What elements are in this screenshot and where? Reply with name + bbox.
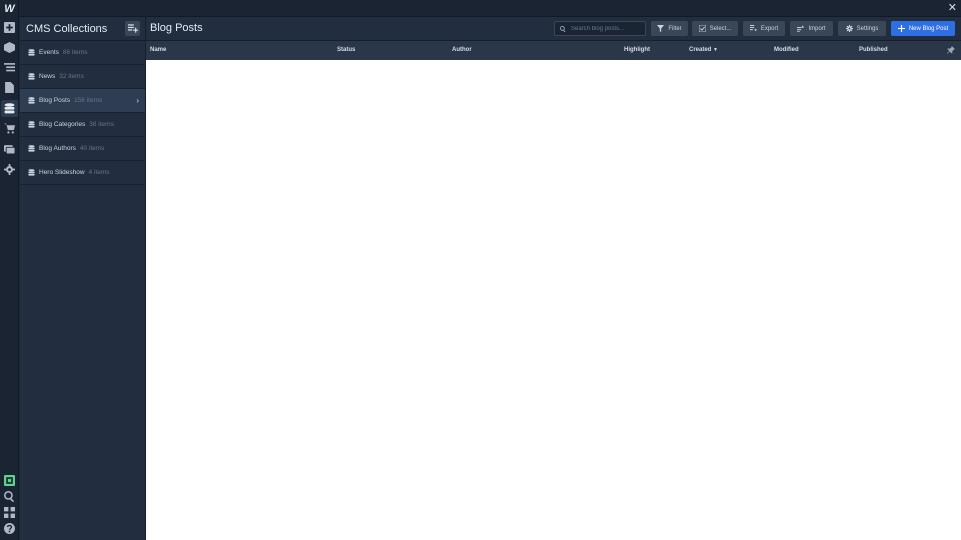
column-header-created[interactable]: Created ▼ [689, 47, 718, 53]
collection-item-events[interactable]: Events 86 items [20, 41, 145, 65]
collection-item-blog-posts[interactable]: Blog Posts 156 items › [20, 89, 145, 113]
top-bar: ✕ [19, 0, 961, 17]
collection-count: 32 items [59, 73, 84, 80]
table-body [146, 60, 961, 540]
plus-icon [897, 25, 905, 32]
navigator-icon[interactable] [3, 61, 16, 74]
collection-name: News [39, 73, 56, 80]
database-icon [28, 97, 35, 104]
help-icon[interactable] [3, 522, 16, 535]
add-collection-button[interactable] [125, 21, 140, 36]
panel-title: CMS Collections [26, 22, 108, 35]
collection-name: Events [39, 49, 59, 56]
collection-name: Blog Categories [39, 121, 86, 128]
collection-name: Hero Slideshow [39, 169, 85, 176]
collection-count: 40 items [79, 145, 105, 152]
new-blog-post-label: New Blog Post [908, 25, 949, 32]
audit-icon[interactable] [3, 474, 16, 487]
pin-icon[interactable] [947, 46, 955, 56]
select-button[interactable]: Select... [692, 21, 738, 36]
collection-item-hero-slideshow[interactable]: Hero Slideshow 4 items [20, 161, 145, 185]
collection-count: 86 items [62, 49, 88, 56]
close-icon[interactable]: ✕ [948, 2, 957, 15]
column-header-modified[interactable]: Modified [774, 47, 799, 53]
checkbox-icon [698, 25, 706, 32]
filter-icon [657, 25, 665, 32]
collection-count: 38 items [89, 121, 114, 128]
settings-button[interactable]: Settings [838, 21, 886, 36]
ecommerce-cart-icon[interactable] [3, 122, 16, 135]
page-title: Blog Posts [150, 22, 203, 34]
new-blog-post-button[interactable]: New Blog Post [891, 21, 955, 36]
export-icon [749, 25, 757, 32]
collection-item-blog-authors[interactable]: Blog Authors 40 items [20, 137, 145, 161]
add-panel-icon[interactable] [3, 21, 16, 34]
main-content: Blog Posts Filter Select... Export Impor… [146, 17, 961, 540]
settings-label: Settings [856, 25, 879, 32]
cms-collections-panel: CMS Collections Events 86 items News 32 … [20, 17, 146, 540]
collection-name: Blog Posts [39, 97, 71, 104]
cube-icon[interactable] [3, 41, 16, 54]
column-header-highlight[interactable]: Highlight [624, 47, 650, 53]
search-input[interactable] [571, 25, 645, 32]
import-label: Import [808, 25, 826, 32]
apps-icon[interactable] [3, 506, 16, 519]
add-collection-icon [127, 24, 138, 33]
column-header-created-label: Created [689, 47, 712, 53]
collection-item-news[interactable]: News 32 items [20, 65, 145, 89]
cms-database-icon[interactable] [1, 100, 18, 117]
import-button[interactable]: Import [790, 21, 833, 36]
assets-icon[interactable] [3, 143, 16, 156]
export-label: Export [760, 25, 779, 32]
filter-label: Filter [668, 25, 682, 32]
collection-header: Blog Posts Filter Select... Export Impor… [146, 17, 961, 41]
export-button[interactable]: Export [743, 21, 785, 36]
column-header-published[interactable]: Published [859, 47, 888, 53]
settings-gear-icon[interactable] [3, 163, 16, 176]
webflow-logo[interactable]: W [0, 0, 19, 17]
select-label: Select... [709, 25, 732, 32]
search-box[interactable] [554, 21, 646, 36]
collection-name: Blog Authors [39, 145, 76, 152]
table-header: Name Status Author Highlight Created ▼ M… [146, 41, 961, 60]
database-icon [28, 169, 35, 176]
database-icon [28, 73, 35, 80]
collection-count: 4 items [88, 169, 110, 176]
column-header-status[interactable]: Status [337, 47, 355, 53]
pages-icon[interactable] [3, 81, 16, 94]
database-icon [28, 49, 35, 56]
import-icon [797, 25, 805, 32]
collection-count: 156 items [74, 97, 103, 104]
sort-desc-icon: ▼ [713, 47, 718, 53]
column-header-name[interactable]: Name [150, 47, 166, 53]
left-rail: W [0, 0, 19, 540]
database-icon [28, 145, 35, 152]
search-icon[interactable] [3, 490, 16, 503]
search-icon [560, 25, 566, 32]
column-header-author[interactable]: Author [452, 47, 472, 53]
filter-button[interactable]: Filter [651, 21, 688, 36]
gear-icon [845, 25, 853, 32]
database-icon [28, 121, 35, 128]
chevron-right-icon: › [136, 96, 139, 105]
collection-item-blog-categories[interactable]: Blog Categories 38 items [20, 113, 145, 137]
panel-header: CMS Collections [20, 17, 145, 41]
